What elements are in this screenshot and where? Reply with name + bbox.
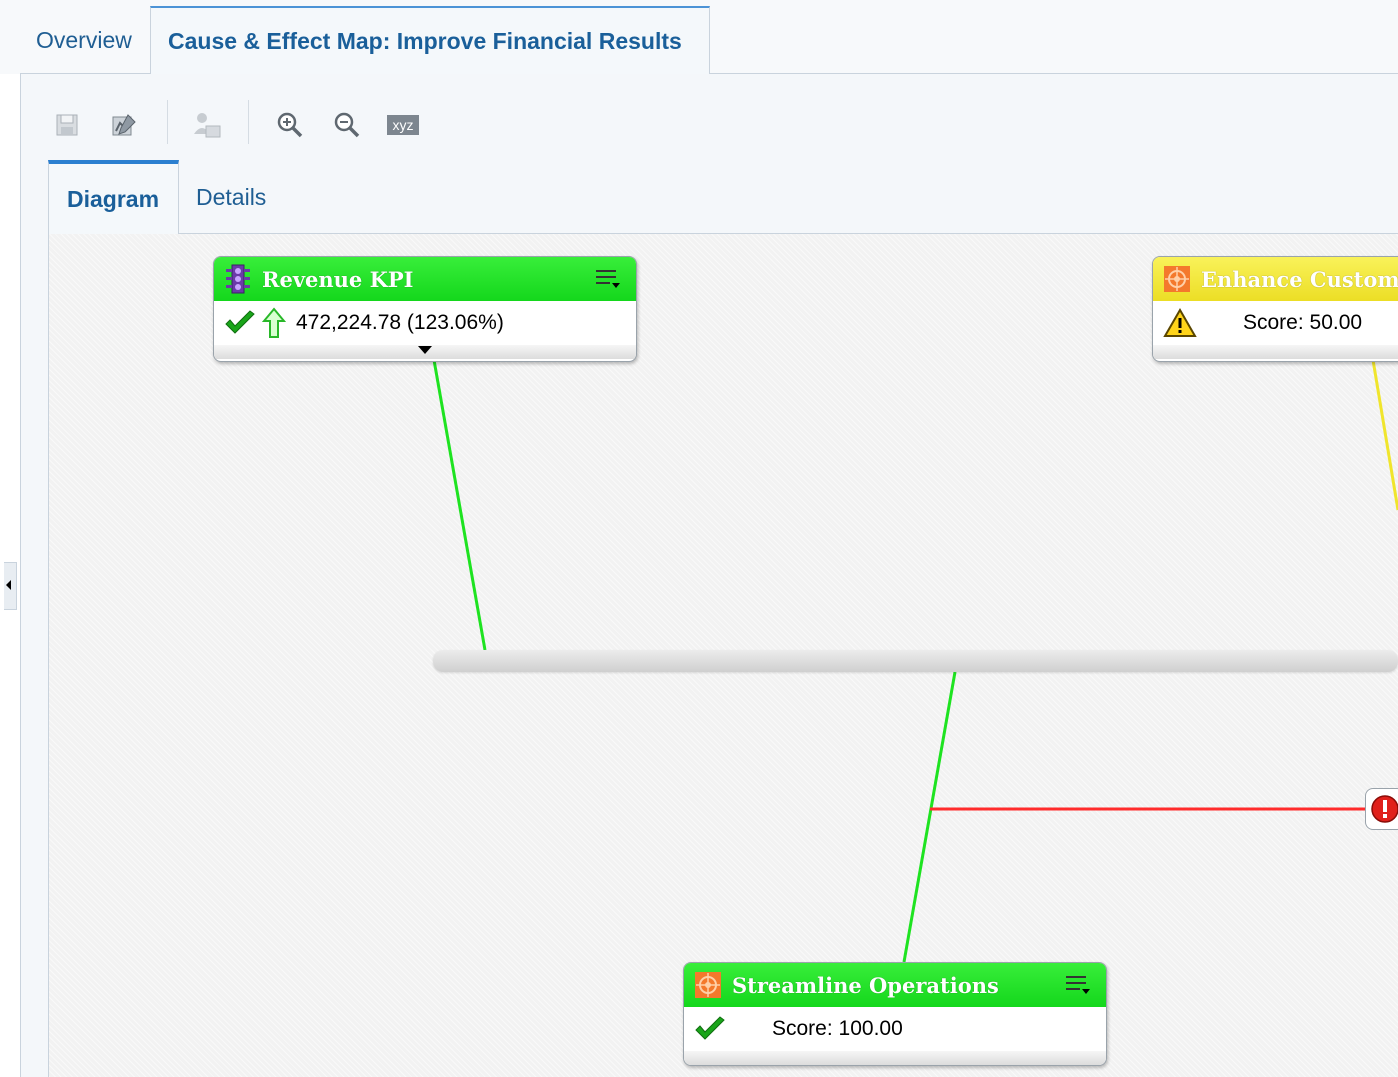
node-body: Score: 50.00: [1153, 301, 1398, 345]
score-value: Score: 50.00: [1243, 311, 1363, 334]
node-streamline-operations[interactable]: Streamline Operations Score: 100.00: [683, 962, 1107, 1066]
node-body: 472,224.78 (123.06%): [214, 270, 636, 345]
collapse-panel-handle[interactable]: [4, 562, 17, 610]
node-footer: [684, 1051, 1106, 1065]
tab-diagram[interactable]: Diagram: [48, 160, 179, 234]
zoom-in-icon[interactable]: [275, 110, 305, 140]
top-tab-bar: Overview Cause & Effect Map: Improve Fin…: [0, 0, 1398, 74]
zoom-out-icon[interactable]: [332, 110, 362, 140]
user-permissions-icon[interactable]: [192, 110, 222, 140]
node-menu-icon[interactable]: [594, 267, 622, 291]
node-menu-icon[interactable]: [1064, 973, 1092, 997]
green-check-icon: [224, 310, 258, 336]
green-check-icon: [694, 1016, 772, 1042]
error-icon: [1371, 795, 1398, 823]
node-title: Enhance Custome: [1201, 266, 1398, 292]
up-arrow-icon: [262, 307, 296, 339]
svg-text:xyz: xyz: [393, 117, 414, 133]
connector-bar: [433, 650, 1398, 672]
tab-cause-effect-map[interactable]: Cause & Effect Map: Improve Financial Re…: [150, 6, 710, 74]
node-expand-bar[interactable]: [214, 345, 636, 359]
alert-badge[interactable]: [1365, 788, 1398, 830]
text-label-icon[interactable]: xyz: [386, 110, 420, 140]
score-value: Score: 100.00: [772, 1017, 903, 1040]
objective-icon: [694, 971, 722, 999]
node-header: Enhance Custome: [1153, 257, 1398, 301]
node-header: Streamline Operations: [684, 963, 1106, 1007]
expand-chevron-icon: [418, 346, 432, 354]
save-icon[interactable]: [52, 110, 82, 140]
toolbar-separator: [167, 100, 168, 144]
node-revenue-kpi[interactable]: Revenue KPI 472,224.78 (123.06%): [213, 256, 637, 362]
tab-details[interactable]: Details: [196, 160, 336, 234]
kpi-value: 472,224.78 (123.06%): [296, 311, 504, 334]
node-enhance-customer[interactable]: Enhance Custome Score: 50.00: [1152, 256, 1398, 362]
toolbar-separator: [248, 100, 249, 144]
tab-overview[interactable]: Overview: [22, 6, 150, 74]
node-header: Revenue KPI: [214, 257, 636, 301]
node-footer: [1153, 345, 1398, 359]
edit-diagram-icon[interactable]: [109, 110, 139, 140]
objective-icon: [1163, 265, 1191, 293]
kpi-traffic-light-icon: [224, 264, 252, 294]
toolbar: xyz: [20, 74, 1398, 158]
node-body: Score: 100.00: [684, 976, 1106, 1051]
node-title: Streamline Operations: [732, 972, 999, 998]
node-title: Revenue KPI: [262, 266, 414, 292]
warning-icon: [1163, 308, 1243, 338]
inner-tab-bar: Diagram Details: [48, 160, 1398, 234]
